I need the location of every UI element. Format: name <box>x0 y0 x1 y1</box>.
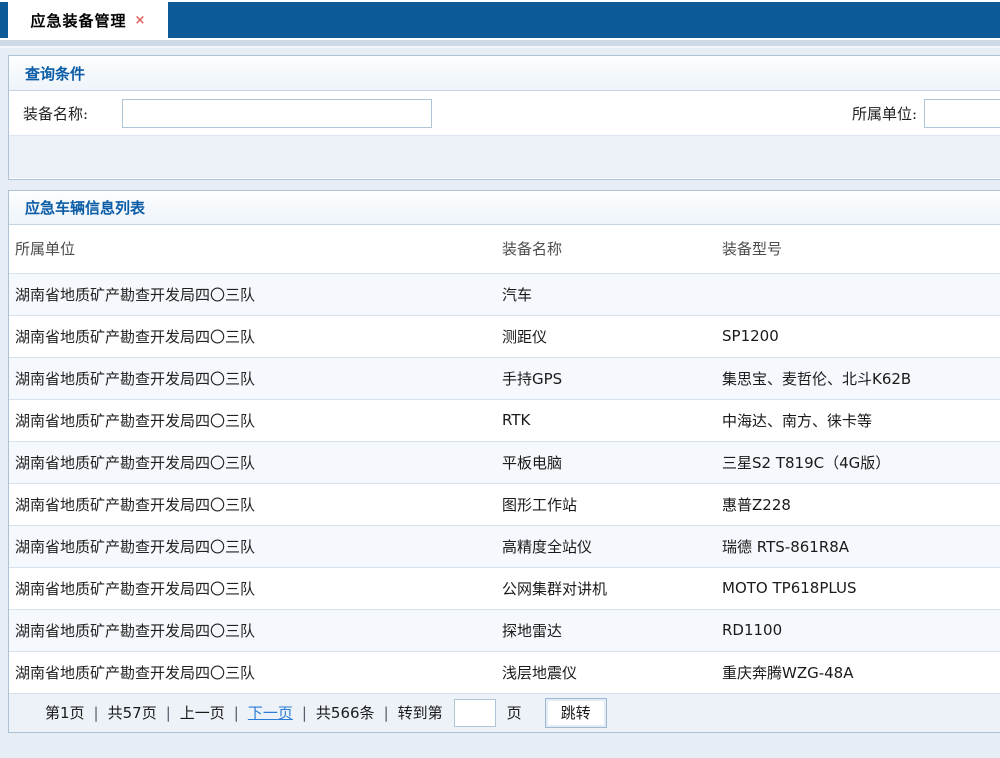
cell-equipment-name: 汽车 <box>496 273 716 315</box>
cell-equipment-name: 图形工作站 <box>496 483 716 525</box>
cell-equipment-model <box>716 273 1000 315</box>
pagination-separator: | <box>384 704 389 722</box>
owner-unit-input[interactable] <box>924 99 1000 128</box>
topbar-divider <box>0 38 1000 50</box>
cell-equipment-model: 瑞德 RTS-861R8A <box>716 525 1000 567</box>
goto-page-prefix-label: 转到第 <box>398 702 443 723</box>
cell-equipment-model: 惠普Z228 <box>716 483 1000 525</box>
cell-unit: 湖南省地质矿产勘查开发局四〇三队 <box>9 567 496 609</box>
cell-equipment-model: MOTO TP618PLUS <box>716 567 1000 609</box>
cell-equipment-name: 公网集群对讲机 <box>496 567 716 609</box>
tab-bar: 应急装备管理 × <box>0 0 1000 38</box>
goto-page-input[interactable] <box>454 699 496 727</box>
column-header-equipment-model: 装备型号 <box>716 225 1000 273</box>
column-header-equipment-name: 装备名称 <box>496 225 716 273</box>
total-items-label: 共566条 <box>316 702 375 723</box>
table-row[interactable]: 湖南省地质矿产勘查开发局四〇三队 探地雷达 RD1100 <box>9 609 1000 651</box>
table-row[interactable]: 湖南省地质矿产勘查开发局四〇三队 测距仪 SP1200 <box>9 315 1000 357</box>
next-page-link[interactable]: 下一页 <box>248 702 293 723</box>
query-panel-title: 查询条件 <box>25 63 85 84</box>
cell-unit: 湖南省地质矿产勘查开发局四〇三队 <box>9 651 496 693</box>
cell-unit: 湖南省地质矿产勘查开发局四〇三队 <box>9 273 496 315</box>
query-form: 装备名称: 所属单位: <box>9 91 1000 136</box>
table-row[interactable]: 湖南省地质矿产勘查开发局四〇三队 高精度全站仪 瑞德 RTS-861R8A <box>9 525 1000 567</box>
cell-equipment-model: 三星S2 T819C（4G版） <box>716 441 1000 483</box>
cell-equipment-model: 重庆奔腾WZG-48A <box>716 651 1000 693</box>
cell-equipment-name: 高精度全站仪 <box>496 525 716 567</box>
cell-equipment-name: 平板电脑 <box>496 441 716 483</box>
pagination-separator: | <box>302 704 307 722</box>
equipment-name-input[interactable] <box>122 99 432 128</box>
equipment-table: 所属单位 装备名称 装备型号 湖南省地质矿产勘查开发局四〇三队 汽车 湖南省地质… <box>9 225 1000 694</box>
current-page-label: 第1页 <box>45 702 85 723</box>
table-row[interactable]: 湖南省地质矿产勘查开发局四〇三队 RTK 中海达、南方、徕卡等 <box>9 399 1000 441</box>
query-panel-footer <box>9 136 1000 178</box>
pagination-separator: | <box>234 704 239 722</box>
pagination-separator: | <box>166 704 171 722</box>
main-content: 查询条件 装备名称: 所属单位: 应急车辆信息列表 所属单位 装备名称 装备型号 <box>0 55 1000 733</box>
pagination-separator: | <box>94 704 99 722</box>
table-row[interactable]: 湖南省地质矿产勘查开发局四〇三队 汽车 <box>9 273 1000 315</box>
column-header-unit: 所属单位 <box>9 225 496 273</box>
total-pages-label: 共57页 <box>108 702 157 723</box>
cell-unit: 湖南省地质矿产勘查开发局四〇三队 <box>9 315 496 357</box>
prev-page-link[interactable]: 上一页 <box>180 702 225 723</box>
cell-equipment-name: 手持GPS <box>496 357 716 399</box>
goto-page-suffix-label: 页 <box>507 702 522 723</box>
table-header-row: 所属单位 装备名称 装备型号 <box>9 225 1000 273</box>
cell-unit: 湖南省地质矿产勘查开发局四〇三队 <box>9 399 496 441</box>
cell-equipment-model: RD1100 <box>716 609 1000 651</box>
table-row[interactable]: 湖南省地质矿产勘查开发局四〇三队 公网集群对讲机 MOTO TP618PLUS <box>9 567 1000 609</box>
cell-unit: 湖南省地质矿产勘查开发局四〇三队 <box>9 525 496 567</box>
tab-label: 应急装备管理 <box>31 10 127 31</box>
table-row[interactable]: 湖南省地质矿产勘查开发局四〇三队 图形工作站 惠普Z228 <box>9 483 1000 525</box>
cell-equipment-name: 测距仪 <box>496 315 716 357</box>
cell-equipment-model: 中海达、南方、徕卡等 <box>716 399 1000 441</box>
pagination-bar: 第1页 | 共57页 | 上一页 | 下一页 | 共566条 | 转到第 页 跳… <box>9 694 1000 732</box>
vehicle-info-list-panel: 应急车辆信息列表 所属单位 装备名称 装备型号 湖南省地质矿产勘查开发局四〇三队… <box>8 190 1000 733</box>
cell-unit: 湖南省地质矿产勘查开发局四〇三队 <box>9 441 496 483</box>
cell-unit: 湖南省地质矿产勘查开发局四〇三队 <box>9 357 496 399</box>
cell-equipment-name: 探地雷达 <box>496 609 716 651</box>
cell-unit: 湖南省地质矿产勘查开发局四〇三队 <box>9 483 496 525</box>
owner-unit-label: 所属单位: <box>831 103 917 124</box>
query-conditions-panel: 查询条件 装备名称: 所属单位: <box>8 55 1000 180</box>
table-row[interactable]: 湖南省地质矿产勘查开发局四〇三队 浅层地震仪 重庆奔腾WZG-48A <box>9 651 1000 693</box>
cell-equipment-model: 集思宝、麦哲伦、北斗K62B <box>716 357 1000 399</box>
query-panel-header: 查询条件 <box>9 56 1000 91</box>
jump-button[interactable]: 跳转 <box>545 698 607 728</box>
list-panel-header: 应急车辆信息列表 <box>9 191 1000 225</box>
cell-unit: 湖南省地质矿产勘查开发局四〇三队 <box>9 609 496 651</box>
cell-equipment-model: SP1200 <box>716 315 1000 357</box>
tab-emergency-equipment-management[interactable]: 应急装备管理 × <box>8 2 168 38</box>
list-panel-title: 应急车辆信息列表 <box>25 197 145 218</box>
cell-equipment-name: 浅层地震仪 <box>496 651 716 693</box>
table-row[interactable]: 湖南省地质矿产勘查开发局四〇三队 手持GPS 集思宝、麦哲伦、北斗K62B <box>9 357 1000 399</box>
table-row[interactable]: 湖南省地质矿产勘查开发局四〇三队 平板电脑 三星S2 T819C（4G版） <box>9 441 1000 483</box>
close-icon[interactable]: × <box>135 14 146 27</box>
cell-equipment-name: RTK <box>496 399 716 441</box>
equipment-name-label: 装备名称: <box>23 103 88 124</box>
